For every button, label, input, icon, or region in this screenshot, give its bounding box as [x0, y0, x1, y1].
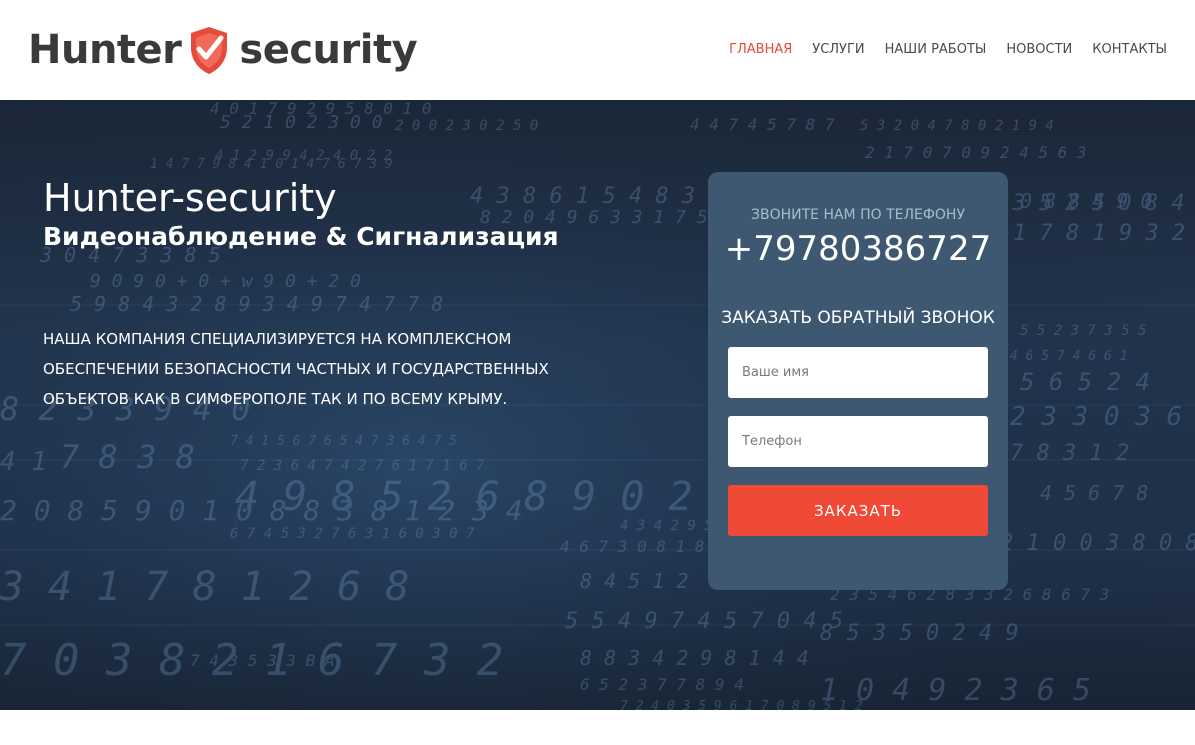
- logo-text-right: security: [239, 27, 418, 73]
- nav-item-home[interactable]: ГЛАВНАЯ: [729, 40, 792, 60]
- svg-text:4 1: 4 1: [0, 447, 47, 477]
- svg-text:5 2 1 0 2 3 0 0: 5 2 1 0 2 3 0 0: [220, 112, 383, 133]
- phone-input[interactable]: [728, 416, 988, 467]
- svg-text:9 0 9 0 + 0 + w 9 0 + 2 0: 9 0 9 0 + 0 + w 9 0 + 2 0: [90, 271, 361, 292]
- svg-text:2 3 3 0 3 6: 2 3 3 0 3 6: [1010, 402, 1182, 432]
- nav-item-contacts[interactable]: КОНТАКТЫ: [1092, 40, 1167, 60]
- nav-item-works[interactable]: НАШИ РАБОТЫ: [885, 40, 987, 60]
- logo[interactable]: Hunter security: [28, 22, 418, 78]
- svg-text:4 6 5 7 4 6 6 1: 4 6 5 7 4 6 6 1: [1010, 349, 1127, 364]
- svg-text:6 7 4 5 3 2 7 6 3 1 6 0 3 0 7: 6 7 4 5 3 2 7 6 3 1 6 0 3 0 7: [230, 526, 475, 542]
- svg-text:3 4 1 7 8 1 2 6 8: 3 4 1 7 8 1 2 6 8: [0, 564, 409, 610]
- phone-number[interactable]: +79780386727: [708, 228, 1008, 270]
- hero-title: Hunter-security: [43, 176, 337, 220]
- svg-text:5 6 5 2 4: 5 6 5 2 4: [1020, 368, 1150, 396]
- svg-text:5 3 2 0 4 7 8 0 2 1 9 4: 5 3 2 0 4 7 8 0 2 1 9 4: [860, 118, 1054, 134]
- svg-text:7 8 3 8: 7 8 3 8: [60, 438, 195, 476]
- hero-description: Наша компания специализируется на компле…: [43, 330, 549, 408]
- svg-text:7 8 3 1 2: 7 8 3 1 2: [1010, 441, 1129, 466]
- svg-text:2 1 7 0 7 0 9 2 4 5 6 3: 2 1 7 0 7 0 9 2 4 5 6 3: [865, 143, 1087, 162]
- svg-text:8 8 3 4 2 9 8 1 4 4: 8 8 3 4 2 9 8 1 4 4: [580, 646, 809, 670]
- callback-form-card: Звоните нам по телефону +79780386727 Зак…: [708, 172, 1008, 590]
- svg-text:5 5 2 3 7 3 5 5: 5 5 2 3 7 3 5 5: [1020, 323, 1146, 339]
- svg-text:4 4 7 4 5 7 8 7: 4 4 7 4 5 7 8 7: [690, 115, 835, 134]
- logo-text-left: Hunter: [28, 27, 182, 73]
- svg-text:4 3 8 6 1 5 4 8 3 5: 4 3 8 6 1 5 4 8 3 5: [470, 184, 722, 209]
- svg-text:5 5 4 9 7 4 5 7 0 4 5: 5 5 4 9 7 4 5 7 0 4 5: [565, 609, 843, 634]
- svg-text:5 9 8 4 3 2 8 9 3 4 9 7 4 7 7: 5 9 8 4 3 2 8 9 3 4 9 7 4 7 7 8: [70, 292, 443, 316]
- main-nav: ГЛАВНАЯ УСЛУГИ НАШИ РАБОТЫ НОВОСТИ КОНТА…: [729, 40, 1167, 60]
- site-header: Hunter security ГЛАВНАЯ УСЛУГИ НАШИ РАБО…: [0, 0, 1195, 100]
- name-input[interactable]: [728, 347, 988, 398]
- svg-text:1 4 7 7 9 8 4 1 0 1 4 7 6 7 3: 1 4 7 7 9 8 4 1 0 1 4 7 6 7 3 9: [150, 157, 393, 172]
- order-callback-button[interactable]: Заказать: [728, 485, 988, 536]
- svg-text:8 4 5 1 2: 8 4 5 1 2: [580, 569, 688, 593]
- svg-text:7 4 1 5 6 7 6 5 4 7 3 6 4 7 5: 7 4 1 5 6 7 6 5 4 7 3 6 4 7 5: [230, 434, 457, 449]
- nav-item-services[interactable]: УСЛУГИ: [812, 40, 864, 60]
- svg-text:2 0 0 2 3 0 2 5 0: 2 0 0 2 3 0 2 5 0: [395, 118, 538, 134]
- hero-section: 4 0 1 7 9 2 9 5 8 0 1 0 5 2 1 0 2 3 0 0 …: [0, 100, 1195, 710]
- svg-text:2 1 0 0 3 8 0 8 0: 2 1 0 0 3 8 0 8 0: [1000, 531, 1195, 556]
- svg-text:7 2 4 0 3 5 9 6 1 7 0 8 9 5 1: 7 2 4 0 3 5 9 6 1 7 0 8 9 5 1 2: [620, 699, 863, 710]
- svg-text:7 4 3 5 3 3 B A: 7 4 3 5 3 3 B A: [190, 651, 335, 670]
- hero-subtitle: Видеонаблюдение & Сигнализация: [43, 222, 559, 251]
- shield-check-icon: [191, 27, 228, 74]
- svg-text:4 5 6 7 8: 4 5 6 7 8: [1040, 481, 1148, 505]
- page-bottom-strip: [0, 710, 1195, 745]
- nav-item-news[interactable]: НОВОСТИ: [1006, 40, 1072, 60]
- phone-caption: Звоните нам по телефону: [751, 207, 965, 223]
- callback-form-title: Заказать обратный звонок: [721, 308, 995, 328]
- svg-text:6 5 2 3 7 7 8 9 4: 6 5 2 3 7 7 8 9 4: [580, 675, 744, 694]
- svg-text:0 8 8 4 9 0: 0 8 8 4 9 0: [1020, 189, 1152, 213]
